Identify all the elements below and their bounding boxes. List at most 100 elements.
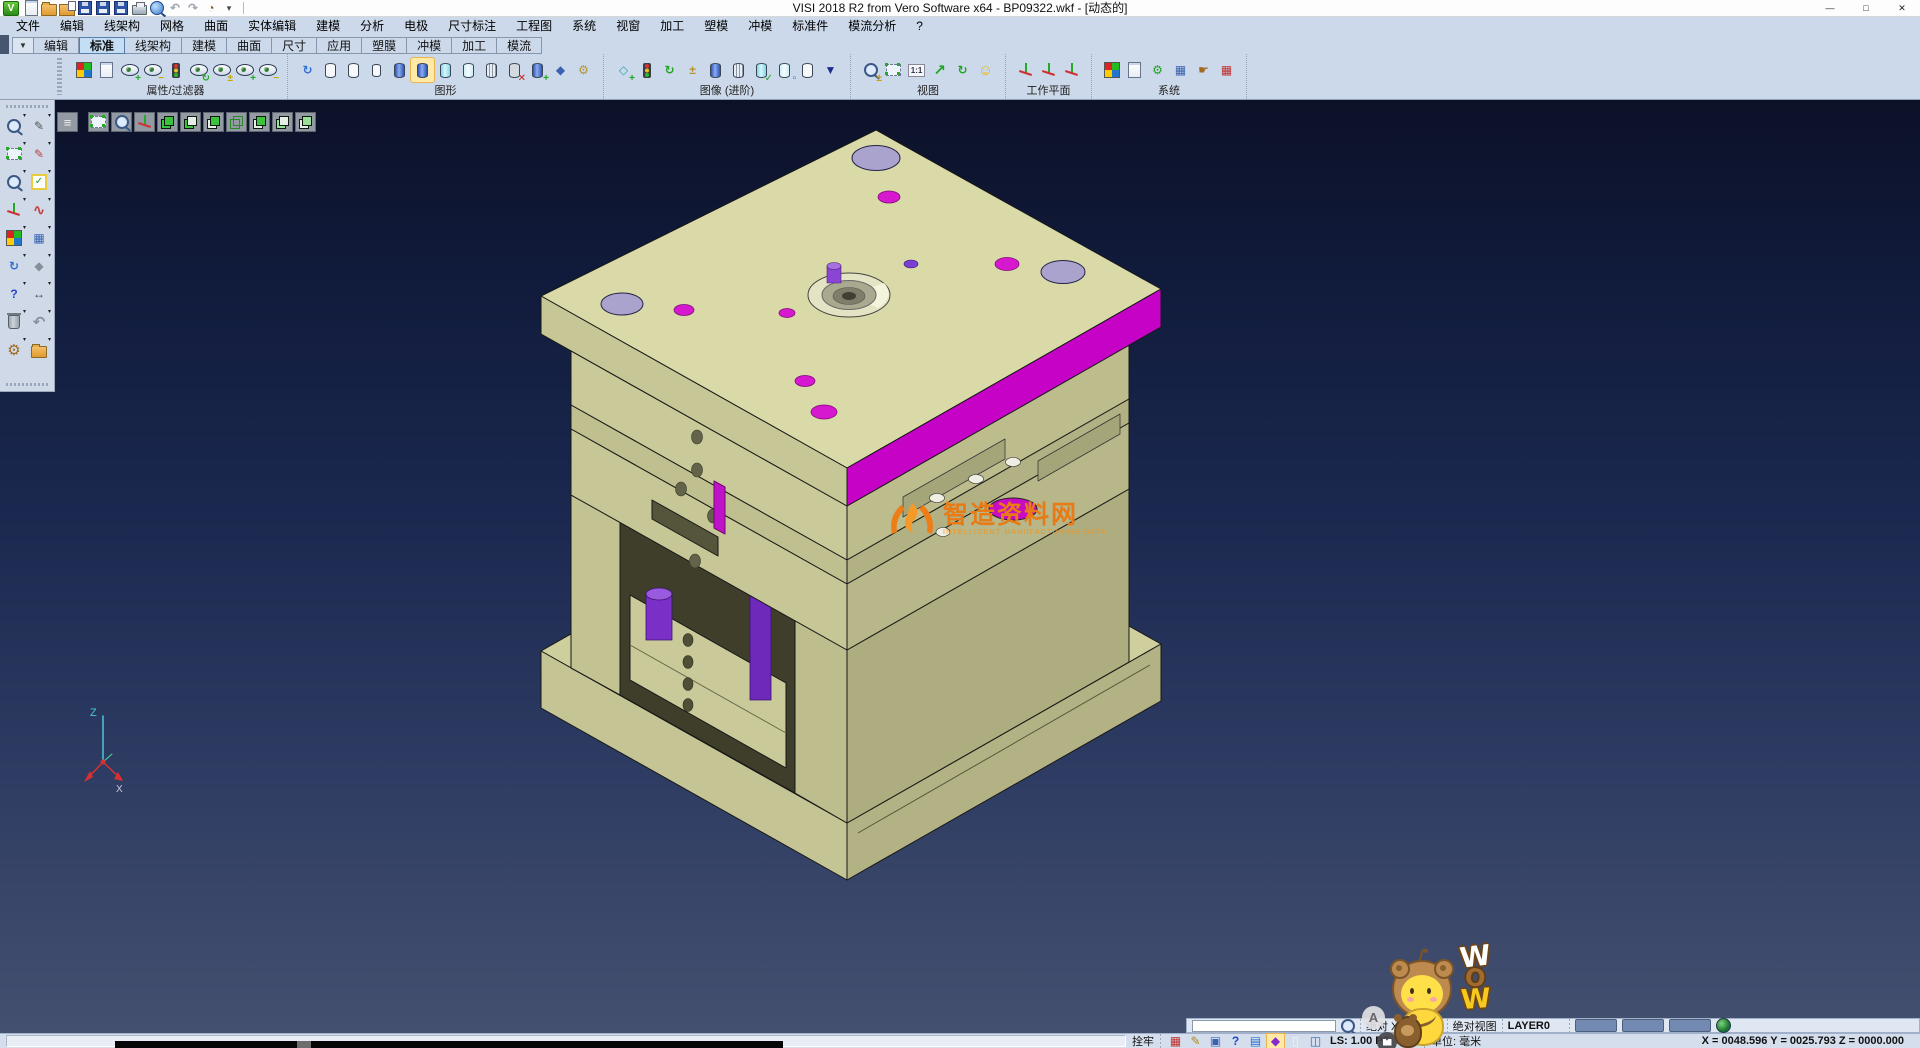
system-settings-icon: ⚙	[1152, 64, 1163, 76]
image-validate-icon	[756, 63, 767, 78]
purple-return-pin	[750, 592, 771, 700]
purple-ejector-cylinder	[646, 594, 672, 640]
annotate-pen-icon: ✎	[1190, 1035, 1200, 1047]
menu-help[interactable]: ?	[906, 17, 933, 35]
ribbon-toolbar: 属性/过滤器 ↻◆⚙ 图形 ◇↻±▼ 图像 (进阶) 1:1↗↻☺ 视图 工作平…	[0, 54, 1920, 100]
mold-3d-model[interactable]: Z X	[0, 100, 1920, 1033]
attributes-paint-icon	[6, 230, 22, 246]
image-cone-icon: ▼	[825, 64, 837, 76]
tab-modeling[interactable]: 建模	[182, 37, 227, 54]
ribbon-group-graphics: ↻◆⚙ 图形	[288, 54, 604, 99]
menu-electrode[interactable]: 电极	[394, 17, 438, 35]
color-swatch-1[interactable]	[1575, 1019, 1617, 1032]
ribbon-group-label: 属性/过滤器	[146, 84, 204, 98]
show-wire-add-icon	[121, 64, 139, 76]
open-document-icon	[59, 4, 75, 16]
ribbon-group-workplane: 工作平面	[1006, 54, 1092, 99]
tab-dropdown-button[interactable]: ▼	[12, 37, 34, 54]
layer-box-icon: ◆	[1271, 1035, 1280, 1047]
zoom-fly-icon	[115, 115, 129, 129]
attribute-preview-icon	[100, 62, 113, 78]
quick-access-toolbar: ↶↷◔▾	[22, 0, 238, 16]
tab-machining[interactable]: 加工	[452, 37, 497, 54]
menu-solid-edit[interactable]: 实体编辑	[238, 17, 306, 35]
taskbar-strip	[115, 1041, 783, 1048]
tab-surface[interactable]: 曲面	[227, 37, 272, 54]
close-button[interactable]: ✕	[1884, 0, 1920, 17]
ucs-move-icon	[7, 203, 21, 217]
toolbar-grip[interactable]	[57, 58, 62, 95]
color-swatch-2[interactable]	[1622, 1019, 1664, 1032]
menu-surface[interactable]: 曲面	[194, 17, 238, 35]
menu-file[interactable]: 文件	[6, 17, 50, 35]
image-page-icon	[779, 63, 790, 78]
refresh-regen-icon: ↻	[9, 260, 19, 272]
menu-modeling[interactable]: 建模	[306, 17, 350, 35]
search-icon[interactable]	[1341, 1019, 1355, 1033]
active-layer-label[interactable]: LAYER0	[1508, 1020, 1550, 1032]
toolbar-tab-row: ▼ 编辑标准线架构建模曲面尺寸应用塑膜冲模加工模流	[0, 35, 1920, 54]
viewport-toolbar: ≡	[57, 112, 316, 132]
mascot-bear	[1390, 952, 1456, 1046]
tab-flow[interactable]: 模流	[497, 37, 542, 54]
history-icon: ◔	[207, 2, 214, 14]
menu-moldflow[interactable]: 模流分析	[838, 17, 906, 35]
hidden-line-cylinder-icon	[348, 63, 359, 78]
undo-step-icon: ↶	[33, 315, 46, 330]
view-refresh-icon: ↻	[957, 64, 967, 76]
menu-wireframe[interactable]: 线架构	[94, 17, 150, 35]
viewport-menu-icon[interactable]: ≡	[57, 112, 78, 132]
maximize-button[interactable]: □	[1848, 0, 1884, 17]
tab-die[interactable]: 冲模	[407, 37, 452, 54]
menu-mold[interactable]: 塑模	[694, 17, 738, 35]
tab-edit[interactable]: 编辑	[34, 37, 79, 54]
3d-viewport[interactable]: Z X ≡ 智造资料网 INTELLIGENT MANUFACTURING	[0, 100, 1920, 1033]
system-calculator-icon	[1128, 62, 1141, 78]
mascot-badge-a: A	[1362, 1006, 1385, 1029]
ribbon-group-label: 系统	[1158, 84, 1180, 98]
save-as-icon	[96, 1, 110, 15]
menu-dimension[interactable]: 尺寸标注	[438, 17, 506, 35]
menu-mesh[interactable]: 网格	[150, 17, 194, 35]
menu-machining[interactable]: 加工	[650, 17, 694, 35]
mascot-cub	[1394, 1016, 1422, 1048]
filter-traffic-icon	[172, 63, 180, 78]
tab-application[interactable]: 应用	[317, 37, 362, 54]
tab-standard[interactable]: 标准	[79, 37, 125, 54]
image-shaded-icon	[710, 63, 721, 78]
menu-drafting[interactable]: 工程图	[506, 17, 562, 35]
mascot-sticker: A WOW	[1362, 948, 1502, 1048]
view-vector-icon: ↗	[933, 63, 946, 78]
tab-wireframe[interactable]: 线架构	[125, 37, 182, 54]
color-swatch-3[interactable]	[1669, 1019, 1711, 1032]
refresh-visibility-icon	[190, 64, 208, 76]
search-input[interactable]	[1192, 1020, 1336, 1032]
menu-system[interactable]: 系统	[562, 17, 606, 35]
selection-box-icon	[7, 148, 22, 160]
ribbon-group-image-advanced: ◇↻±▼ 图像 (进阶)	[604, 54, 851, 99]
open-folder-icon	[41, 4, 57, 16]
status-icons: ▦✎▣?▤◆▯◫	[1167, 1034, 1324, 1048]
menu-die[interactable]: 冲模	[738, 17, 782, 35]
show-all-icon	[236, 64, 254, 76]
lamp-icon: ▯	[1292, 1035, 1299, 1047]
ribbon-group-label: 视图	[917, 84, 939, 98]
menu-window[interactable]: 视窗	[606, 17, 650, 35]
zoom-modify-icon	[7, 175, 21, 189]
menu-standard-parts[interactable]: 标准件	[782, 17, 838, 35]
tab-dimension[interactable]: 尺寸	[272, 37, 317, 54]
lock-label[interactable]: 拴牢	[1132, 1033, 1154, 1048]
select-view-icon	[7, 119, 21, 133]
zoom-window-icon	[886, 64, 901, 76]
open-part-icon	[31, 346, 47, 358]
minimize-button[interactable]: —	[1812, 0, 1848, 17]
menu-edit[interactable]: 编辑	[50, 17, 94, 35]
solid-view-icon: ◆	[556, 64, 565, 76]
watermark-title: 智造资料网	[943, 502, 1107, 528]
toolbar-tabs: 编辑标准线架构建模曲面尺寸应用塑膜冲模加工模流	[34, 37, 542, 54]
globe-icon[interactable]	[1716, 1018, 1731, 1033]
watermark-logo-icon	[886, 500, 936, 538]
navigation-wheel-icon: ⚙	[7, 343, 20, 358]
tab-mold[interactable]: 塑膜	[362, 37, 407, 54]
menu-analysis[interactable]: 分析	[350, 17, 394, 35]
